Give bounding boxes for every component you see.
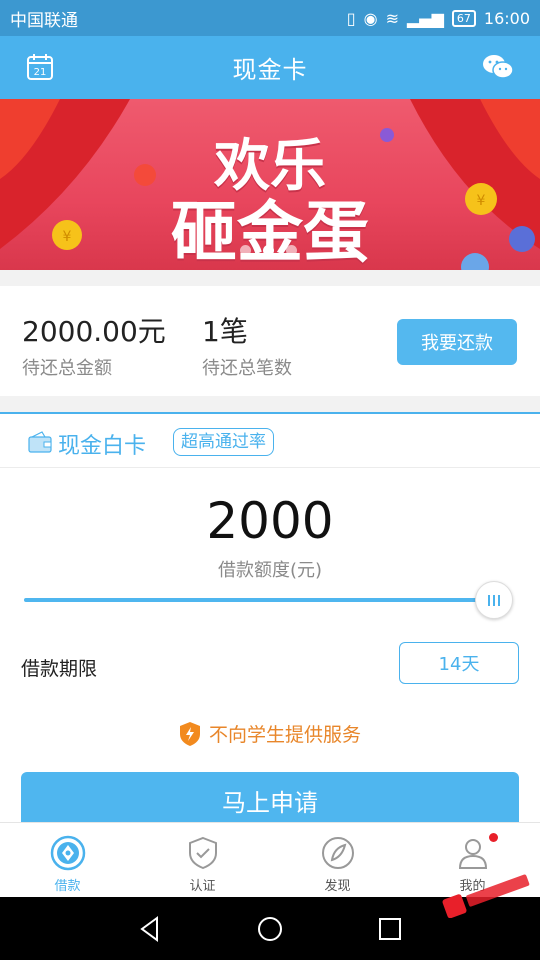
tab-verify-label: 认证 (189, 879, 216, 894)
pass-rate-badge: 超高通过率 (173, 428, 274, 456)
loan-term-label: 借款期限 (21, 658, 98, 680)
tab-discover-label: 发现 (324, 879, 351, 894)
pending-count-label: 待还总笔数 (202, 358, 292, 379)
page-title: 现金卡 (232, 56, 308, 84)
shield-check-icon (188, 836, 217, 870)
carrier-name: 中国联通 (10, 10, 78, 31)
calendar-icon[interactable]: 21 (26, 53, 54, 81)
loan-amount-label: 借款额度(元) (217, 560, 323, 581)
forum-watermark-logo (442, 874, 530, 918)
back-icon[interactable] (135, 914, 165, 944)
calendar-day: 21 (34, 67, 47, 78)
shield-bolt-icon (179, 721, 200, 746)
app-header: 21 现金卡 (0, 36, 540, 99)
repayment-summary: 2000.00元 待还总金额 1笔 待还总笔数 我要还款 (0, 286, 540, 396)
user-icon (458, 839, 487, 869)
battery-icon: 67 (451, 9, 476, 27)
home-icon[interactable] (255, 914, 285, 944)
student-notice-text: 不向学生提供服务 (208, 724, 361, 746)
loan-icon (50, 835, 85, 871)
tab-loan[interactable]: 借款 (0, 823, 135, 898)
discover-icon (321, 837, 354, 869)
cash-card-section: 现金白卡 超高通过率 2000 借款额度(元) 借款期限 14天 不向学生提供服… (0, 412, 540, 828)
wechat-icon[interactable] (482, 53, 514, 81)
screen: 中国联通 ▯ ◉ ≋ ▂▄▆ 67 16:00 21 现金卡 ¥ ¥ 欢乐 砸金… (0, 0, 540, 960)
signal-icon: ▂▄▆ (406, 8, 444, 28)
banner-headline-2: 砸金蛋 (171, 194, 369, 270)
vibrate-icon: ▯ (346, 8, 356, 28)
pending-count: 1笔 (202, 315, 248, 348)
tab-verify[interactable]: 认证 (135, 823, 270, 898)
carousel-dot[interactable] (240, 245, 251, 256)
carousel-dot-active[interactable] (263, 245, 274, 256)
status-icons: ▯ ◉ ≋ ▂▄▆ 67 16:00 (347, 9, 530, 28)
notification-dot (489, 833, 498, 842)
amount-slider-handle[interactable] (475, 581, 513, 619)
card-title: 现金白卡 (58, 434, 147, 459)
pending-amount-label: 待还总金额 (22, 358, 112, 379)
wifi-icon: ≋ (385, 8, 399, 28)
eye-icon: ◉ (363, 8, 378, 28)
clock: 16:00 (483, 8, 530, 28)
loan-term-selector[interactable]: 14天 (399, 642, 519, 684)
repay-button[interactable]: 我要还款 (397, 319, 517, 365)
promo-banner[interactable]: ¥ ¥ 欢乐 砸金蛋 (0, 99, 540, 270)
carousel-dots (240, 245, 297, 256)
amount-slider-track[interactable] (24, 598, 494, 602)
wallet-icon (28, 431, 52, 453)
pending-amount: 2000.00元 (22, 315, 166, 348)
apply-now-button[interactable]: 马上申请 (21, 772, 519, 828)
card-header: 现金白卡 超高通过率 (0, 414, 540, 468)
tab-loan-label: 借款 (54, 879, 81, 894)
student-notice: 不向学生提供服务 (0, 720, 540, 747)
status-bar: 中国联通 ▯ ◉ ≋ ▂▄▆ 67 16:00 (0, 0, 540, 36)
recents-icon[interactable] (375, 914, 405, 944)
tab-discover[interactable]: 发现 (270, 823, 405, 898)
carousel-dot[interactable] (286, 245, 297, 256)
loan-amount: 2000 (206, 492, 334, 550)
